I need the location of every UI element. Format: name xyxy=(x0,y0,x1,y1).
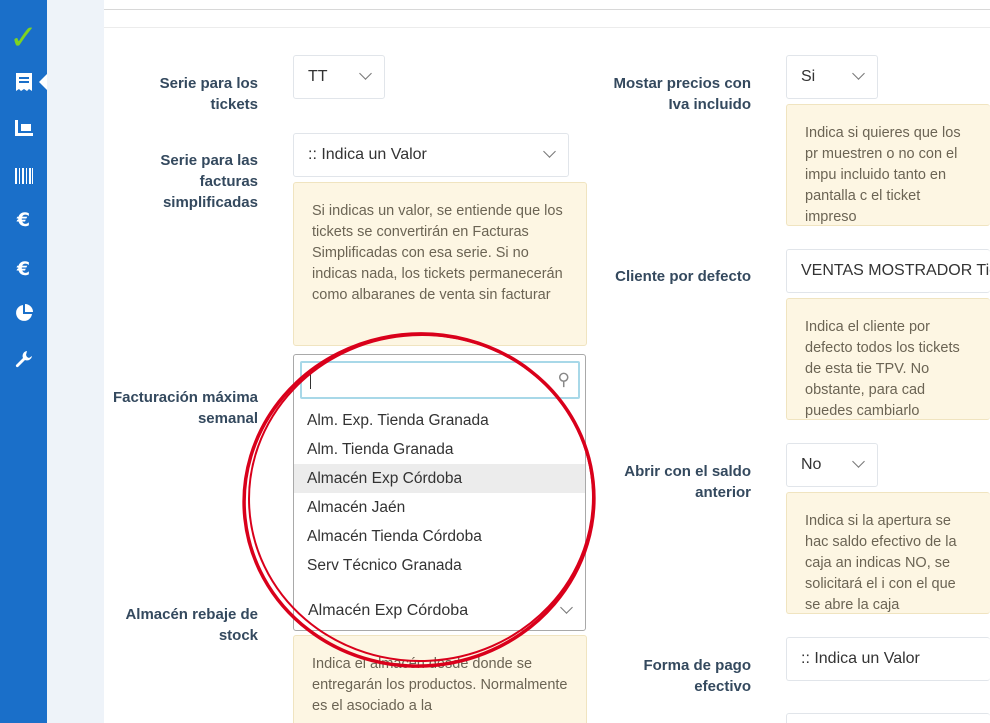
dropdown-option-highlighted[interactable]: Almacén Exp Córdoba xyxy=(294,464,585,493)
precios-iva-label: Mostar precios con Iva incluido xyxy=(613,75,751,113)
serie-facturas-help: Si indicas un valor, se entiende que los… xyxy=(293,182,587,346)
precios-iva-value: Si xyxy=(801,68,816,85)
forma-pago-value: :: Indica un Valor xyxy=(801,650,920,667)
precios-iva-select[interactable]: Si xyxy=(786,55,878,99)
serie-facturas-select[interactable]: :: Indica un Valor xyxy=(293,133,569,177)
cliente-value: VENTAS MOSTRADOR Tie xyxy=(801,262,990,279)
cart-icon[interactable] xyxy=(0,110,47,146)
cliente-select[interactable]: VENTAS MOSTRADOR Tie xyxy=(786,249,990,293)
chevron-down-icon xyxy=(543,145,556,158)
dropdown-search-input[interactable]: ⚲ xyxy=(300,361,580,399)
saldo-value: No xyxy=(801,456,822,473)
chevron-down-icon xyxy=(359,67,372,80)
section-divider xyxy=(104,27,990,28)
serie-tickets-label: Serie para los tickets xyxy=(159,75,258,113)
chevron-down-icon xyxy=(852,67,865,80)
top-divider xyxy=(104,9,990,10)
precios-iva-help: Indica si quieres que los pr muestren o … xyxy=(786,104,990,226)
euro-icon[interactable]: € xyxy=(0,202,47,238)
chevron-down-icon xyxy=(560,601,573,614)
almacen-label: Almacén rebaje de stock xyxy=(125,606,258,644)
almacen-selected-value[interactable]: Almacén Exp Córdoba xyxy=(294,591,585,631)
pie-chart-icon[interactable] xyxy=(0,295,47,331)
serie-facturas-label: Serie para las facturas simplificadas xyxy=(160,152,258,211)
dropdown-option[interactable]: Alm. Exp. Tienda Granada xyxy=(294,406,585,435)
cliente-help: Indica el cliente por defecto todos los … xyxy=(786,298,990,420)
almacen-dropdown[interactable]: ⚲ Alm. Exp. Tienda Granada Alm. Tienda G… xyxy=(293,354,586,631)
chevron-down-icon xyxy=(852,455,865,468)
almacen-help: Indica el almacén desde donde se entrega… xyxy=(293,635,587,723)
next-field-select[interactable] xyxy=(786,713,990,723)
barcode-icon[interactable] xyxy=(0,158,47,194)
dropdown-options: Alm. Exp. Tienda Granada Alm. Tienda Gra… xyxy=(294,406,585,580)
cliente-label: Cliente por defecto xyxy=(615,268,751,285)
facturacion-label: Facturación máxima semanal xyxy=(112,389,258,427)
dropdown-option[interactable]: Almacén Jaén xyxy=(294,493,585,522)
almacen-value: Almacén Exp Córdoba xyxy=(308,602,469,619)
serie-tickets-select[interactable]: TT xyxy=(293,55,385,99)
receipt-icon[interactable] xyxy=(0,64,47,100)
search-icon: ⚲ xyxy=(557,370,570,389)
dropdown-option[interactable]: Serv Técnico Granada xyxy=(294,551,585,580)
forma-pago-label: Forma de pago efectivo xyxy=(643,657,751,695)
saldo-help: Indica si la apertura se hac saldo efect… xyxy=(786,492,990,614)
dropdown-option[interactable]: Almacén Tienda Córdoba xyxy=(294,522,585,551)
sidebar: ✓ € € xyxy=(0,0,47,723)
text-caret xyxy=(310,372,311,389)
saldo-select[interactable]: No xyxy=(786,443,878,487)
serie-facturas-value: :: Indica un Valor xyxy=(308,146,427,163)
euro-icon[interactable]: € xyxy=(0,251,47,287)
wrench-icon[interactable] xyxy=(0,341,47,377)
check-logo-icon[interactable]: ✓ xyxy=(0,20,47,56)
serie-tickets-value: TT xyxy=(308,68,328,85)
dropdown-option[interactable]: Alm. Tienda Granada xyxy=(294,435,585,464)
content-gutter xyxy=(47,0,104,723)
saldo-label: Abrir con el saldo anterior xyxy=(624,463,751,501)
forma-pago-select[interactable]: :: Indica un Valor xyxy=(786,637,990,681)
